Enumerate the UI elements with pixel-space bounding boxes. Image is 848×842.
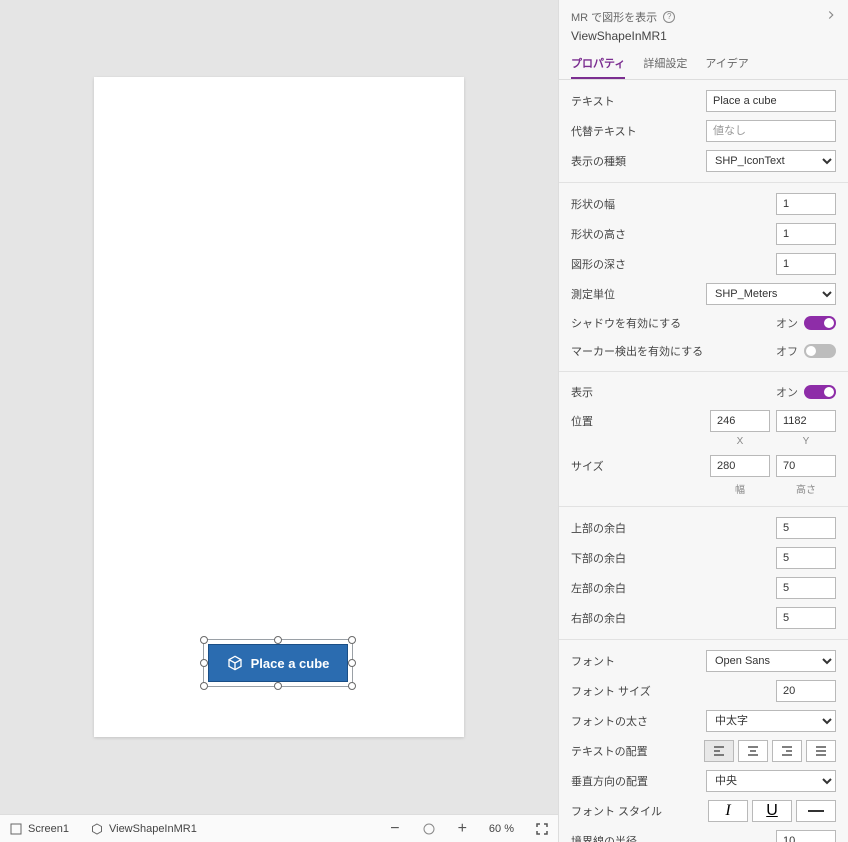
design-surface[interactable]: Place a cube xyxy=(94,77,464,737)
align-center-button[interactable] xyxy=(738,740,768,762)
label-pad-top: 上部の余白 xyxy=(571,520,776,536)
select-font[interactable]: Open Sans xyxy=(706,650,836,672)
input-text[interactable] xyxy=(706,90,836,112)
input-pad-right[interactable] xyxy=(776,607,836,629)
align-left-button[interactable] xyxy=(704,740,734,762)
italic-button[interactable]: I xyxy=(708,800,748,822)
label-visible: 表示 xyxy=(571,384,776,400)
label-font: フォント xyxy=(571,653,706,669)
input-shape-height[interactable] xyxy=(776,223,836,245)
input-pad-top[interactable] xyxy=(776,517,836,539)
label-unit: 測定単位 xyxy=(571,286,706,302)
label-font-weight: フォントの太さ xyxy=(571,713,706,729)
control-name: ViewShapeInMR1 xyxy=(571,29,838,43)
label-shape-depth: 図形の深さ xyxy=(571,256,776,272)
input-pad-bottom[interactable] xyxy=(776,547,836,569)
select-font-weight[interactable]: 中太字 xyxy=(706,710,836,732)
toggle-shadow[interactable] xyxy=(804,316,836,330)
label-position: 位置 xyxy=(571,413,710,429)
properties-panel: MR で図形を表示 ? ViewShapeInMR1 プロパティ 詳細設定 アイ… xyxy=(558,0,848,842)
label-valign: 垂直方向の配置 xyxy=(571,773,706,789)
input-shape-width[interactable] xyxy=(776,193,836,215)
label-font-size: フォント サイズ xyxy=(571,683,776,699)
align-justify-button[interactable] xyxy=(806,740,836,762)
label-radius: 境界線の半径 xyxy=(571,833,776,842)
control-view-shape-in-mr[interactable]: Place a cube xyxy=(208,644,348,682)
label-text: テキスト xyxy=(571,93,706,109)
label-marker: マーカー検出を有効にする xyxy=(571,343,776,359)
toggle-visible[interactable] xyxy=(804,385,836,399)
breadcrumb-screen[interactable]: Screen1 xyxy=(10,823,69,835)
input-shape-depth[interactable] xyxy=(776,253,836,275)
input-size-h[interactable] xyxy=(776,455,836,477)
canvas-area: Place a cube Screen1 ViewShapeInMR1 − xyxy=(0,0,558,842)
label-pad-left: 左部の余白 xyxy=(571,580,776,596)
zoom-slider[interactable] xyxy=(422,822,436,836)
input-size-w[interactable] xyxy=(710,455,770,477)
input-pos-x[interactable] xyxy=(710,410,770,432)
input-radius[interactable] xyxy=(776,830,836,842)
strike-button[interactable] xyxy=(796,800,836,822)
chevron-right-icon[interactable] xyxy=(824,8,838,25)
panel-subtitle: MR で図形を表示 xyxy=(571,9,657,25)
status-bar: Screen1 ViewShapeInMR1 − + 60 % xyxy=(0,814,558,842)
label-alt: 代替テキスト xyxy=(571,123,706,139)
zoom-value: 60 % xyxy=(489,823,514,835)
label-shape-height: 形状の高さ xyxy=(571,226,776,242)
select-valign[interactable]: 中央 xyxy=(706,770,836,792)
underline-button[interactable]: U xyxy=(752,800,792,822)
tab-advanced[interactable]: 詳細設定 xyxy=(643,49,687,79)
select-display-type[interactable]: SHP_IconText xyxy=(706,150,836,172)
help-icon[interactable]: ? xyxy=(663,11,675,23)
zoom-out-icon[interactable]: − xyxy=(390,820,399,838)
input-pos-y[interactable] xyxy=(776,410,836,432)
label-pad-right: 右部の余白 xyxy=(571,610,776,626)
toggle-marker[interactable] xyxy=(804,344,836,358)
input-font-size[interactable] xyxy=(776,680,836,702)
tab-properties[interactable]: プロパティ xyxy=(571,49,625,79)
input-alt[interactable] xyxy=(706,120,836,142)
label-shape-width: 形状の幅 xyxy=(571,196,776,212)
label-display-type: 表示の種類 xyxy=(571,153,706,169)
label-pad-bottom: 下部の余白 xyxy=(571,550,776,566)
select-unit[interactable]: SHP_Meters xyxy=(706,283,836,305)
zoom-in-icon[interactable]: + xyxy=(458,820,467,838)
label-size: サイズ xyxy=(571,458,710,474)
label-text-align: テキストの配置 xyxy=(571,743,704,759)
label-shadow: シャドウを有効にする xyxy=(571,315,776,331)
label-font-style: フォント スタイル xyxy=(571,803,708,819)
control-label: Place a cube xyxy=(251,656,330,671)
tab-ideas[interactable]: アイデア xyxy=(705,49,748,79)
cube-icon xyxy=(227,655,243,671)
align-right-button[interactable] xyxy=(772,740,802,762)
fit-icon[interactable] xyxy=(536,823,548,835)
breadcrumb-control[interactable]: ViewShapeInMR1 xyxy=(91,823,197,835)
input-pad-left[interactable] xyxy=(776,577,836,599)
